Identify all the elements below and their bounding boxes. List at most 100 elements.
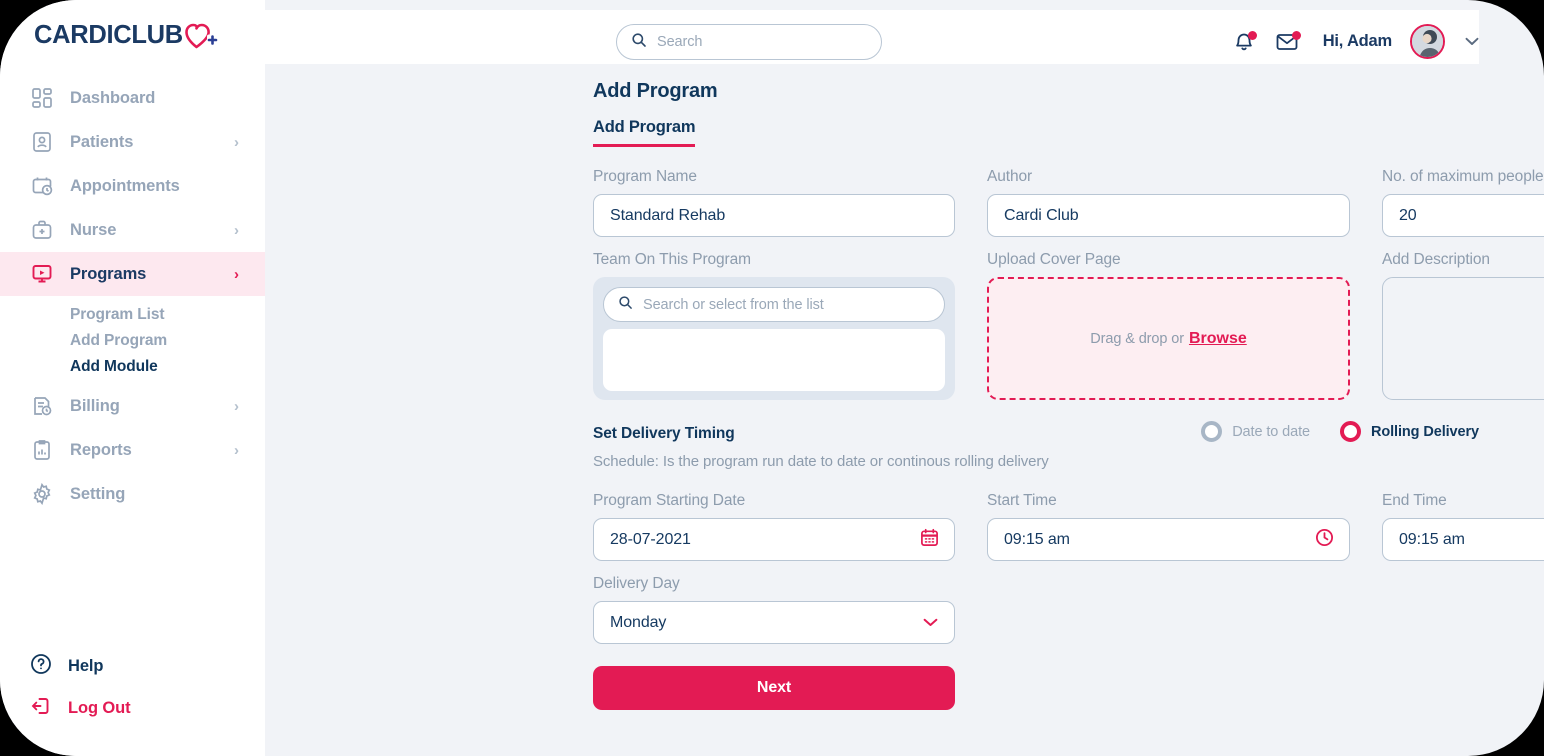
profile-dropdown-caret[interactable] [1465,34,1479,49]
radio-rolling-delivery[interactable]: Rolling Delivery [1340,421,1479,442]
sidebar-item-dashboard[interactable]: Dashboard [0,76,265,120]
end-time-value: 09:15 am [1399,530,1465,548]
sidebar-item-patients[interactable]: Patients › [0,120,265,164]
chevron-right-icon: › [234,265,239,283]
sidebar-item-appointments[interactable]: Appointments [0,164,265,208]
sidebar-item-label: Reports [70,440,132,459]
page-title: Add Program [593,80,718,102]
sidebar-item-setting[interactable]: Setting [0,472,265,516]
form-row-3: Program Starting Date 28-07-2021 Start T… [593,492,1544,561]
sidebar-subitem-add-program[interactable]: Add Program [0,328,265,354]
team-search-placeholder: Search or select from the list [643,296,824,313]
sidebar-subnav-programs: Program List Add Program Add Module [0,296,265,384]
search-icon [631,32,647,53]
chevron-down-icon [923,614,938,632]
nurse-icon [30,218,54,242]
field-description: Add Description [1382,251,1544,400]
field-label: Program Name [593,168,697,185]
field-label: End Time [1382,492,1447,509]
sidebar-footer: Help Log Out [0,650,265,756]
logout-label: Log Out [68,698,131,717]
sidebar-item-label: Patients [70,132,134,151]
sidebar-item-reports[interactable]: Reports › [0,428,265,472]
section-subtitle: Schedule: Is the program run date to dat… [593,453,1049,470]
sidebar-item-label: Programs [70,264,147,283]
billing-icon [30,394,54,418]
search-icon [618,295,633,315]
field-max-people: No. of maximum people 20 [1382,168,1544,237]
appointments-icon [30,174,54,198]
field-label: Upload Cover Page [987,251,1121,268]
delivery-section-heading: Set Delivery Timing Schedule: Is the pro… [593,425,1049,470]
clock-icon[interactable] [1315,528,1334,552]
programs-icon [30,262,54,286]
calendar-icon[interactable] [920,528,939,552]
start-date-input[interactable]: 28-07-2021 [593,518,955,561]
chevron-right-icon: › [234,221,239,239]
avatar[interactable] [1410,24,1445,59]
notification-badge [1247,30,1257,40]
sidebar-item-nurse[interactable]: Nurse › [0,208,265,252]
field-label: Add Description [1382,251,1490,268]
help-button[interactable]: Help [0,650,265,682]
radio-label: Date to date [1232,423,1310,440]
field-label: Team On This Program [593,251,751,268]
sidebar-nav: Dashboard Patients › Appointments Nurse … [0,76,265,516]
sidebar-item-label: Billing [70,396,120,415]
delivery-day-select[interactable]: Monday [593,601,955,644]
brand-logo-text: CARDICLUB [34,21,183,50]
sidebar-item-label: Nurse [70,220,117,239]
sidebar-subitem-label: Add Program [70,332,168,349]
chevron-right-icon: › [234,441,239,459]
team-search-input[interactable]: Search or select from the list [603,287,945,322]
description-textarea[interactable] [1382,277,1544,400]
field-label: Start Time [987,492,1057,509]
notifications-button[interactable] [1231,29,1257,55]
sidebar: CARDICLUB Dashboard Patients › Appointme… [0,0,265,756]
sidebar-subitem-add-module[interactable]: Add Module [0,354,265,380]
end-time-input[interactable]: 09:15 am [1382,518,1544,561]
dashboard-icon [30,86,54,110]
form-row-2: Team On This Program Search or select fr… [593,251,1544,400]
max-people-select[interactable]: 20 [1382,194,1544,237]
field-label: Author [987,168,1033,185]
help-label: Help [68,656,104,675]
brand-logo[interactable]: CARDICLUB [0,0,265,76]
logout-button[interactable]: Log Out [0,692,265,724]
field-upload-cover: Upload Cover Page Drag & drop or Browse [987,251,1350,400]
chevron-right-icon: › [234,397,239,415]
start-time-input[interactable]: 09:15 am [987,518,1350,561]
sidebar-subitem-label: Add Module [70,358,158,375]
chevron-right-icon: › [234,133,239,151]
question-circle-icon [30,653,52,680]
delivery-day-value: Monday [610,613,667,631]
tab-add-program[interactable]: Add Program [593,118,696,147]
field-label: Delivery Day [593,575,680,592]
user-greeting: Hi, Adam [1322,32,1393,50]
app-window: CARDICLUB Dashboard Patients › Appointme… [0,0,1544,756]
messages-button[interactable] [1275,29,1301,55]
field-author: Author Cardi Club [987,168,1350,237]
radio-label: Rolling Delivery [1371,423,1479,440]
radio-indicator [1201,421,1223,442]
field-label: Program Starting Date [593,492,746,509]
reports-icon [30,438,54,462]
start-time-value: 09:15 am [1004,530,1070,548]
cover-upload-dropzone[interactable]: Drag & drop or Browse [987,277,1350,400]
sidebar-item-programs[interactable]: Programs › [0,252,265,296]
search-input[interactable]: Search [616,24,882,60]
sidebar-subitem-program-list[interactable]: Program List [0,302,265,328]
heart-plus-icon [185,22,219,50]
author-input[interactable]: Cardi Club [987,194,1350,237]
field-label: No. of maximum people [1382,168,1544,185]
browse-link[interactable]: Browse [1189,330,1247,348]
author-value: Cardi Club [1004,206,1079,224]
team-selected-list[interactable] [603,329,945,391]
field-end-time: End Time 09:15 am [1382,492,1544,561]
gear-icon [30,482,54,506]
next-button[interactable]: Next [593,666,955,710]
sidebar-item-billing[interactable]: Billing › [0,384,265,428]
radio-date-to-date[interactable]: Date to date [1201,421,1310,442]
radio-indicator [1340,421,1361,442]
program-name-input[interactable]: Standard Rehab [593,194,955,237]
